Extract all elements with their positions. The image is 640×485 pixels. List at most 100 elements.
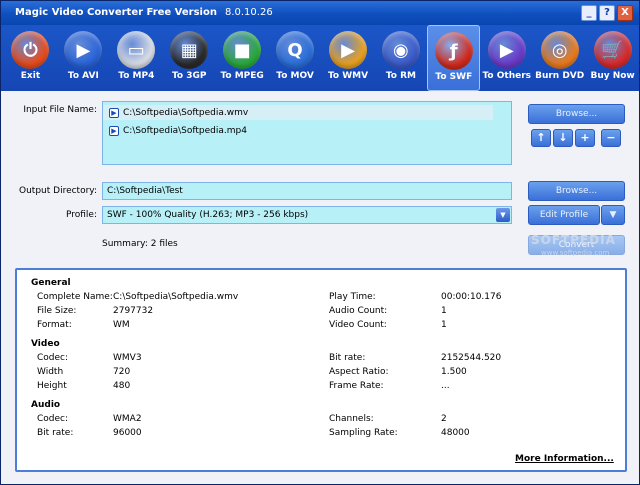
output-browse-button[interactable]: Browse...: [528, 181, 625, 201]
input-file-label: Input File Name:: [23, 105, 97, 115]
aspect-ratio-label: Aspect Ratio:: [329, 367, 389, 377]
frame-rate-label: Frame Rate:: [329, 381, 384, 391]
title-bar: Magic Video Converter Free Version 8.0.10…: [1, 1, 639, 25]
toolbar-to-mp4-button[interactable]: ▭ To MP4: [110, 25, 163, 91]
toolbar-item-label: To SWF: [435, 72, 473, 82]
output-directory-label: Output Directory:: [19, 186, 97, 196]
format-label: Format:: [37, 320, 72, 330]
move-down-button[interactable]: ↓: [553, 129, 573, 147]
profile-label: Profile:: [65, 210, 97, 220]
toolbar-item-label: Exit: [20, 71, 41, 81]
list-item[interactable]: ▶ C:\Softpedia\Softpedia.mp4: [103, 123, 511, 138]
toolbar-to-swf-button[interactable]: ƒ To SWF: [427, 25, 481, 91]
audio-codec-label: Codec:: [37, 414, 69, 424]
play-time-value: 00:00:10.176: [441, 292, 502, 302]
toolbar-item-label: Burn DVD: [535, 71, 585, 81]
toolbar-item-label: To 3GP: [171, 71, 207, 81]
toolbar-item-label: To RM: [385, 71, 416, 81]
input-file-list[interactable]: ▶ C:\Softpedia\Softpedia.wmv ▶ C:\Softpe…: [102, 101, 512, 165]
summary-text: Summary: 2 files: [102, 239, 178, 249]
frame-rate-value: ...: [441, 381, 450, 391]
watermark-url: www.softpedia.com: [541, 249, 610, 257]
toolbar-buy-now-button[interactable]: 🛒 Buy Now: [586, 25, 639, 91]
add-file-button[interactable]: +: [575, 129, 595, 147]
input-browse-button[interactable]: Browse...: [528, 104, 625, 124]
move-up-button[interactable]: ↑: [531, 129, 551, 147]
quicktime-icon: Q: [276, 31, 315, 69]
format-toolbar: ⏻ Exit ▶ To AVI ▭ To MP4 ▦ To 3GP ■ To MPEG Q To MO…: [1, 25, 639, 91]
power-icon: ⏻: [11, 31, 50, 69]
profile-value: SWF - 100% Quality (H.263; MP3 - 256 kbp…: [107, 210, 309, 220]
video-file-icon: ▶: [109, 107, 119, 118]
video-codec-value: WMV3: [113, 353, 142, 363]
toolbar-item-label: Buy Now: [590, 71, 635, 81]
window-version: 8.0.10.26: [224, 7, 273, 18]
more-information-link[interactable]: More Information...: [515, 454, 614, 464]
toolbar-exit-button[interactable]: ⏻ Exit: [4, 25, 57, 91]
width-label: Width: [37, 367, 64, 377]
toolbar-to-wmv-button[interactable]: ▶ To WMV: [322, 25, 375, 91]
channels-value: 2: [441, 414, 447, 424]
profile-menu-button[interactable]: ▼: [601, 205, 625, 225]
others-play-icon: ▶: [487, 31, 526, 69]
flash-icon: ƒ: [434, 32, 473, 70]
toolbar-to-3gp-button[interactable]: ▦ To 3GP: [163, 25, 216, 91]
toolbar-to-mpeg-button[interactable]: ■ To MPEG: [216, 25, 269, 91]
video-bitrate-label: Bit rate:: [329, 353, 366, 363]
complete-name-label: Complete Name:: [37, 292, 113, 302]
watermark-logo: SOFTPEDIA: [531, 233, 616, 247]
file-size-value: 2797732: [113, 306, 154, 316]
toolbar-item-label: To Others: [482, 71, 532, 81]
toolbar-to-rm-button[interactable]: ◉ To RM: [374, 25, 427, 91]
audio-heading: Audio: [31, 400, 61, 410]
toolbar-item-label: To WMV: [327, 71, 369, 81]
file-size-label: File Size:: [37, 306, 77, 316]
toolbar-item-label: To MP4: [118, 71, 155, 81]
general-heading: General: [31, 278, 71, 288]
sampling-rate-label: Sampling Rate:: [329, 428, 398, 438]
chevron-down-icon[interactable]: ▼: [496, 208, 510, 222]
profile-select[interactable]: SWF - 100% Quality (H.263; MP3 - 256 kbp…: [102, 206, 512, 224]
video-bitrate-value: 2152544.520: [441, 353, 502, 363]
dvd-icon: ◎: [540, 31, 579, 69]
toolbar-burn-dvd-button[interactable]: ◎ Burn DVD: [533, 25, 586, 91]
minimize-button[interactable]: _: [581, 5, 597, 21]
video-codec-label: Codec:: [37, 353, 69, 363]
video-count-value: 1: [441, 320, 447, 330]
height-label: Height: [37, 381, 67, 391]
output-directory-field[interactable]: C:\Softpedia\Test: [102, 182, 512, 200]
ipod-icon: ▭: [117, 31, 156, 69]
window-title: Magic Video Converter Free Version: [15, 7, 217, 18]
remove-file-button[interactable]: −: [601, 129, 621, 147]
audio-bitrate-value: 96000: [113, 428, 142, 438]
phone-icon: ▦: [170, 31, 209, 69]
edit-profile-button[interactable]: Edit Profile: [528, 205, 600, 225]
play-time-label: Play Time:: [329, 292, 376, 302]
toolbar-to-others-button[interactable]: ▶ To Others: [480, 25, 533, 91]
help-button[interactable]: ?: [599, 5, 615, 21]
list-item[interactable]: ▶ C:\Softpedia\Softpedia.wmv: [103, 105, 493, 120]
audio-codec-value: WMA2: [113, 414, 142, 424]
toolbar-item-label: To MPEG: [220, 71, 264, 81]
toolbar-to-avi-button[interactable]: ▶ To AVI: [57, 25, 110, 91]
cart-icon: 🛒: [593, 31, 632, 69]
chevron-down-icon: ▼: [609, 210, 617, 220]
aspect-ratio-value: 1.500: [441, 367, 467, 377]
camera-icon: ■: [223, 31, 262, 69]
close-button[interactable]: X: [617, 5, 633, 21]
video-count-label: Video Count:: [329, 320, 387, 330]
toolbar-item-label: To AVI: [67, 71, 99, 81]
play-icon: ▶: [64, 31, 103, 69]
realmedia-icon: ◉: [381, 31, 420, 69]
format-value: WM: [113, 320, 130, 330]
channels-label: Channels:: [329, 414, 374, 424]
audio-count-value: 1: [441, 306, 447, 316]
complete-name-value: C:\Softpedia\Softpedia.wmv: [113, 292, 239, 302]
height-value: 480: [113, 381, 131, 391]
window-controls: _ ? X: [581, 5, 633, 21]
wmv-icon: ▶: [328, 31, 367, 69]
width-value: 720: [113, 367, 131, 377]
audio-bitrate-label: Bit rate:: [37, 428, 74, 438]
file-path: C:\Softpedia\Softpedia.mp4: [123, 125, 247, 136]
toolbar-to-mov-button[interactable]: Q To MOV: [269, 25, 322, 91]
